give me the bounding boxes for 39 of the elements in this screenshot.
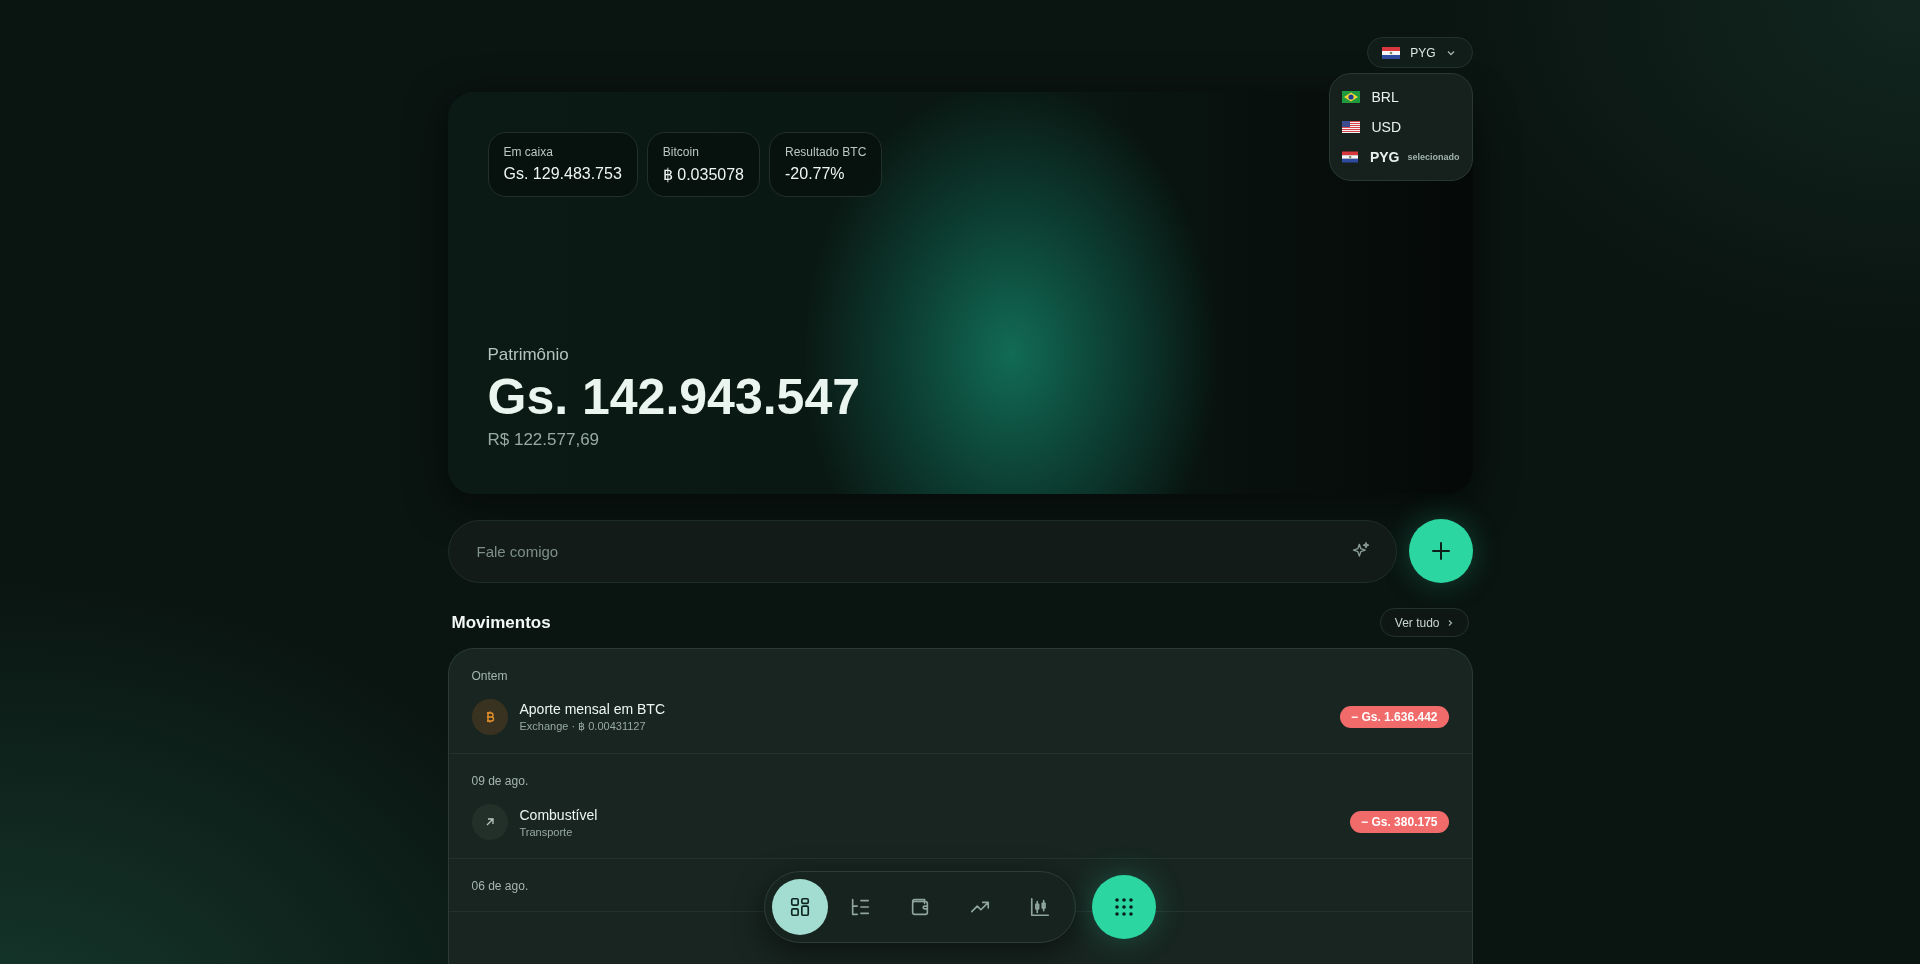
stat-value: ฿ 0.035078 bbox=[662, 165, 744, 184]
paraguay-flag-icon bbox=[1382, 46, 1401, 59]
currency-option[interactable]: BRL bbox=[1329, 82, 1472, 112]
list-icon bbox=[849, 896, 871, 918]
usa-flag-icon bbox=[1341, 121, 1360, 133]
net-worth-label: Patrimônio bbox=[487, 344, 570, 365]
movement-subtitle: Exchange · ฿ 0.00431127 bbox=[519, 720, 647, 733]
section-title: Movimentos bbox=[451, 612, 551, 633]
movement-title: Aporte mensal em BTC bbox=[519, 701, 666, 717]
movement-title: Combustível bbox=[519, 806, 599, 823]
wallet-icon bbox=[909, 896, 931, 918]
plus-icon bbox=[1429, 540, 1452, 562]
dashboard-icon bbox=[789, 896, 811, 918]
stat-label: Resultado BTC bbox=[785, 145, 867, 159]
movement-subtitle: Transporte bbox=[519, 825, 574, 838]
movement-row[interactable]: Aporte mensal em BTC Exchange · ฿ 0.00431127 − Gs. 1.636.442 bbox=[471, 699, 1449, 735]
net-worth-secondary: R$ 122.577,69 bbox=[487, 430, 601, 450]
date-label: 06 de ago. bbox=[471, 879, 530, 893]
stat-label: Em caixa bbox=[503, 145, 554, 159]
chat-field[interactable]: Fale comigo bbox=[447, 519, 1397, 583]
brazil-flag-icon bbox=[1341, 91, 1360, 103]
currency-option[interactable]: USD bbox=[1329, 112, 1472, 142]
bitcoin-icon bbox=[471, 699, 508, 735]
currency-selector[interactable]: PYG bbox=[1367, 37, 1473, 68]
currency-option[interactable]: PYG selecionado bbox=[1329, 142, 1472, 172]
date-label: 09 de ago. bbox=[471, 774, 530, 788]
amount-badge: − Gs. 1.636.442 bbox=[1340, 706, 1449, 728]
stat-value: Gs. 129.483.753 bbox=[503, 165, 622, 183]
candlestick-chart-icon bbox=[1029, 896, 1051, 918]
amount-badge: − Gs. 380.175 bbox=[1350, 811, 1449, 833]
stat-value: -20.77% bbox=[785, 165, 846, 183]
paraguay-flag-icon bbox=[1341, 151, 1358, 163]
net-worth-value: Gs. 142.943.547 bbox=[487, 368, 862, 426]
see-all-button[interactable]: Ver tudo bbox=[1379, 608, 1469, 637]
dot-grid-icon bbox=[1114, 897, 1134, 917]
nav-button[interactable] bbox=[772, 879, 828, 935]
movement-row[interactable]: Combustível Transporte − Gs. 380.175 bbox=[471, 804, 1449, 840]
stat-label: Bitcoin bbox=[662, 145, 700, 159]
date-label: Ontem bbox=[471, 669, 509, 683]
